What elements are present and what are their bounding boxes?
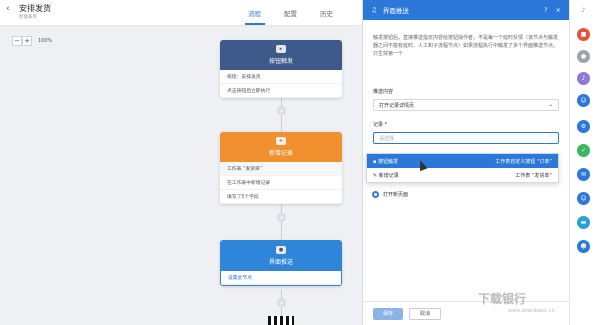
option-source: 工作表自定义按钮 “订单”	[495, 158, 552, 165]
node-header: ● 界面推送	[221, 241, 341, 271]
group-icon[interactable]: ☺	[577, 94, 590, 107]
cancel-button[interactable]: 取消	[409, 307, 442, 320]
panel-description: 触发按钮后，直接推送指定内容给按钮操作者，不是每一个延时反馈（该节点与触发器之间…	[373, 35, 559, 57]
node-title: 新增记录	[268, 150, 293, 157]
chat-icon[interactable]: ✉	[577, 168, 590, 181]
node-line: 在工作表中新增记录	[220, 176, 342, 190]
chevron-up-icon: ⌃	[548, 135, 553, 141]
help-icon[interactable]: ?	[544, 6, 547, 14]
zoom-out-button[interactable]: −	[12, 36, 22, 46]
watermark-url: www.downbank.cn	[508, 308, 555, 314]
bell-icon: ♫	[371, 6, 377, 14]
zoom-level: 100%	[38, 38, 53, 44]
push-content-select[interactable]: 打开记录详情页 ⌄	[373, 99, 559, 111]
page-title: 安排发货	[19, 4, 51, 13]
node-add-record[interactable]: + 新增记录 工作表 “发货单” 在工作表中新增记录 填写了5个字段	[220, 132, 342, 204]
tab-flow[interactable]: 流程	[248, 8, 261, 18]
node-header: ▸ 按钮触发	[220, 40, 342, 70]
open-new-page-radio[interactable]: 打开新页面	[372, 191, 408, 198]
page-subtitle: 智能表单	[19, 15, 37, 20]
user-icon[interactable]: ●	[577, 50, 590, 63]
check-icon[interactable]: ✓	[577, 144, 590, 157]
option-source: 工作表 “发货单”	[515, 172, 552, 179]
node-interface-push[interactable]: ● 界面推送 设置此节点	[220, 240, 342, 286]
dropdown-option[interactable]: ✎ 新增记录 工作表 “发货单”	[367, 168, 558, 182]
panel-header: ♫ 界面推送 ? ×	[363, 0, 569, 20]
record-placeholder: 请选择	[379, 135, 395, 142]
end-marker	[268, 316, 294, 325]
active-tab-indicator	[245, 23, 265, 25]
panel-title: 界面推送	[382, 7, 409, 15]
node-button-trigger[interactable]: ▸ 按钮触发 按钮：安排发货 点击按钮后立即执行	[220, 40, 342, 98]
node-line: 工作表 “发货单”	[220, 162, 342, 176]
trigger-icon: ▸	[276, 45, 286, 53]
node-line: 填写了5个字段	[220, 190, 342, 204]
app-red-icon[interactable]: ■	[577, 28, 590, 41]
node-title: 界面推送	[268, 259, 293, 266]
people-icon[interactable]: ☺	[577, 192, 590, 205]
record-label: 记录 *	[373, 122, 388, 128]
folder-icon[interactable]: ▬	[577, 216, 590, 229]
close-icon[interactable]: ×	[556, 6, 561, 14]
team-icon[interactable]: ☻	[577, 240, 590, 253]
add-record-icon: +	[276, 137, 286, 145]
record-dropdown: ▪ 按钮触发 工作表自定义按钮 “订单” ✎ 新增记录 工作表 “发货单”	[366, 153, 559, 183]
node-line: 点击按钮后立即执行	[220, 84, 342, 98]
node-line: 按钮：安排发货	[220, 70, 342, 84]
node-header: + 新增记录	[220, 132, 342, 162]
option-label: 按钮触发	[377, 158, 398, 165]
radio-dot-icon	[372, 191, 379, 198]
tab-history[interactable]: 历史	[320, 8, 333, 18]
workflow-icon[interactable]: ⚙	[577, 120, 590, 133]
option-label: 新增记录	[378, 172, 399, 179]
back-arrow-icon[interactable]: ‹	[6, 4, 10, 14]
save-button[interactable]: 保存	[373, 307, 404, 320]
dropdown-option[interactable]: ▪ 按钮触发 工作表自定义按钮 “订单”	[367, 154, 558, 168]
zoom-in-button[interactable]: +	[22, 36, 32, 46]
notify-icon[interactable]: ♪	[577, 72, 590, 85]
watermark-logo: 下载银行	[478, 292, 527, 306]
push-icon: ●	[276, 246, 286, 254]
top-bar: ‹ 安排发货 智能表单 流程 配置 历史	[0, 0, 362, 26]
add-node-button[interactable]: +	[277, 106, 286, 115]
node-line: 设置此节点	[221, 271, 341, 285]
record-select[interactable]: 请选择 ⌃	[373, 132, 559, 144]
chevron-down-icon: ⌄	[548, 102, 553, 108]
bell-icon[interactable]: ♪	[577, 4, 590, 17]
push-content-value: 打开记录详情页	[379, 102, 415, 109]
zoom-controls: − + 100%	[12, 36, 52, 46]
node-title: 按钮触发	[268, 58, 293, 65]
add-node-button[interactable]: +	[277, 213, 286, 222]
tab-config[interactable]: 配置	[284, 8, 297, 18]
radio-label: 打开新页面	[383, 192, 409, 198]
right-rail: ♪ ■ ● ♪ ☺ ⚙ ✓ ✉ ☺ ▬ ☻	[569, 0, 596, 325]
add-node-button[interactable]: +	[277, 298, 286, 307]
push-content-label: 推送内容	[373, 89, 394, 95]
